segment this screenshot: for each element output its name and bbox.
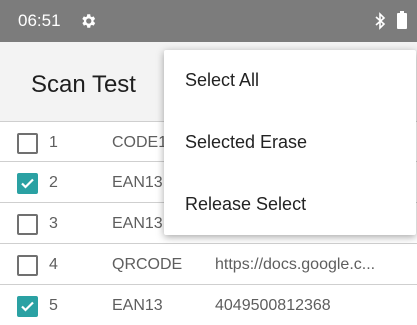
overflow-menu: Select All Selected Erase Release Select — [164, 50, 416, 235]
menu-item-selected-erase[interactable]: Selected Erase — [164, 112, 416, 174]
row-checkbox[interactable] — [17, 296, 38, 317]
row-data: https://docs.google.c... — [215, 256, 376, 273]
menu-item-release-select[interactable]: Release Select — [164, 174, 416, 236]
row-index: 4 — [49, 256, 58, 273]
row-checkbox[interactable] — [17, 214, 38, 235]
menu-item-label: Release Select — [185, 194, 307, 214]
row-index: 2 — [49, 174, 58, 191]
row-type: CODE1 — [112, 134, 168, 151]
row-checkbox[interactable] — [17, 255, 38, 276]
row-index: 1 — [49, 134, 58, 151]
row-data: 4049500812368 — [215, 297, 331, 314]
checkmark-icon — [21, 178, 34, 189]
battery-icon — [397, 11, 407, 29]
status-time: 06:51 — [18, 11, 61, 30]
row-checkbox[interactable] — [17, 133, 38, 154]
row-checkbox[interactable] — [17, 173, 38, 194]
menu-item-select-all[interactable]: Select All — [164, 50, 416, 112]
row-index: 3 — [49, 215, 58, 232]
list-item[interactable]: 4 QRCODE https://docs.google.c... — [0, 244, 417, 285]
row-index: 5 — [49, 297, 58, 314]
row-type: QRCODE — [112, 256, 183, 273]
bluetooth-icon — [375, 12, 386, 30]
status-bar: 06:51 — [0, 0, 417, 42]
row-type: EAN13 — [112, 215, 163, 232]
page-title: Scan Test — [31, 71, 136, 98]
gear-icon — [82, 14, 96, 28]
checkmark-icon — [21, 301, 34, 312]
list-item[interactable]: 5 EAN13 4049500812368 — [0, 285, 417, 325]
menu-item-label: Selected Erase — [185, 132, 308, 152]
row-type: EAN13 — [112, 297, 163, 314]
row-type: EAN13 — [112, 174, 163, 191]
menu-item-label: Select All — [185, 70, 260, 90]
